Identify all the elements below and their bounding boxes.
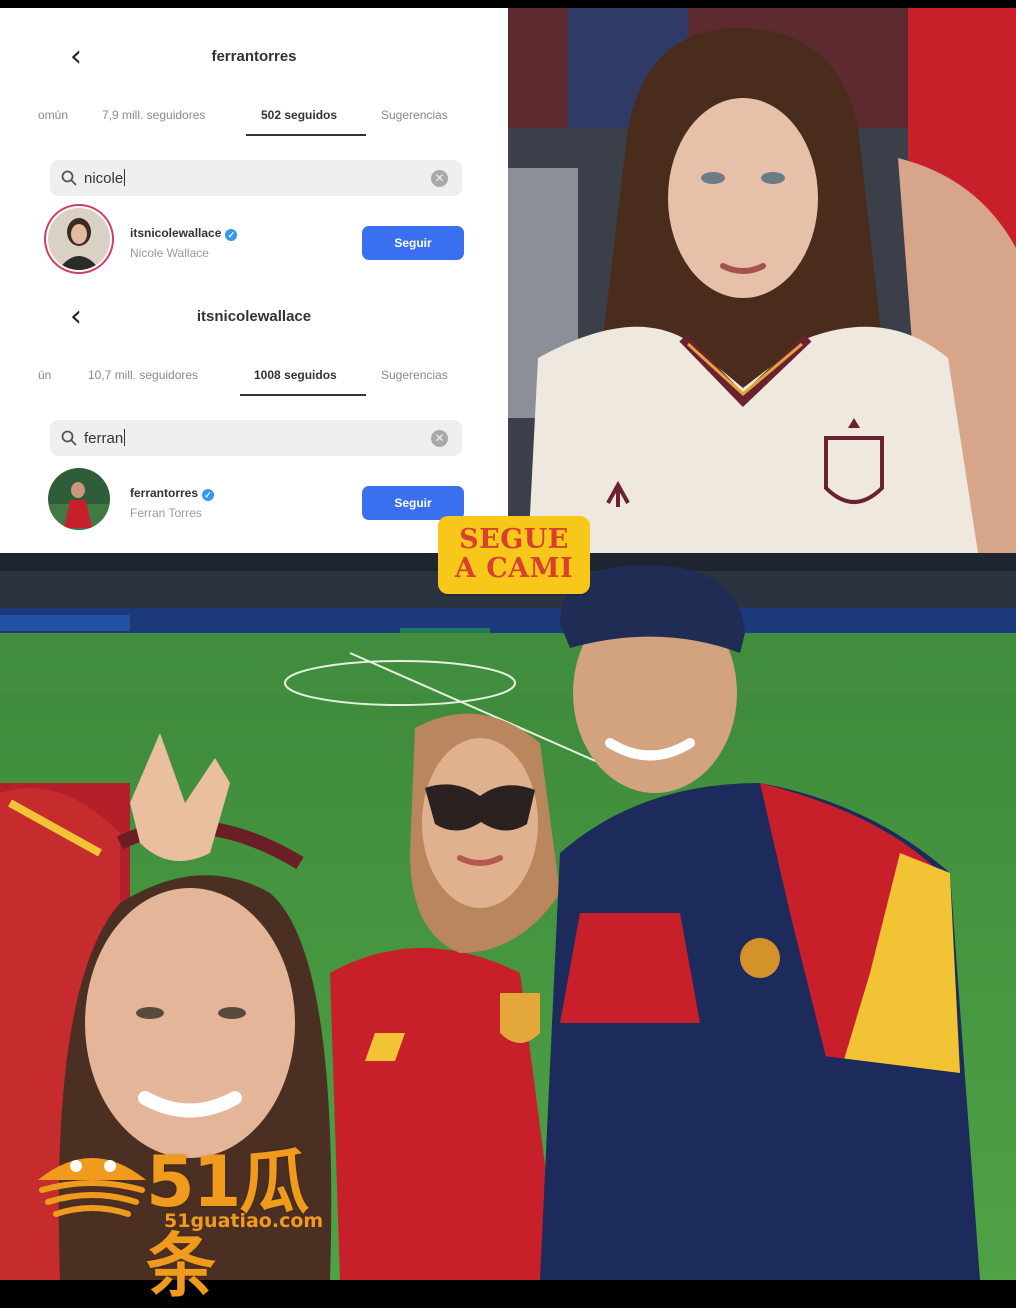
- profile-title: itsnicolewallace: [196, 308, 312, 325]
- clear-search-icon[interactable]: ✕: [431, 430, 448, 447]
- result-username[interactable]: itsnicolewallace ✓: [130, 226, 238, 241]
- tab-followers[interactable]: 10,7 mill. seguidores: [88, 368, 198, 382]
- segue-a-cami-badge: SEGUE A CAMI: [438, 516, 590, 594]
- watermark-url: 51guatiao.com: [164, 1210, 324, 1232]
- tab-followers[interactable]: 7,9 mill. seguidores: [102, 108, 205, 122]
- follow-button[interactable]: Seguir: [362, 486, 464, 520]
- top-black-strip: [0, 0, 1016, 8]
- active-tab-underline: [240, 394, 366, 396]
- profile-tabs: omún 7,9 mill. seguidores 502 seguidos S…: [0, 108, 508, 138]
- stadium-selfie-photo: [508, 8, 1016, 553]
- tab-following[interactable]: 1008 seguidos: [254, 368, 337, 382]
- tab-suggestions[interactable]: Sugerencias: [381, 368, 448, 382]
- follow-button[interactable]: Seguir: [362, 226, 464, 260]
- search-value: nicole: [84, 169, 126, 187]
- watermelon-logo-icon: [38, 1158, 146, 1217]
- search-value: ferran: [84, 429, 126, 447]
- instagram-screenshots: ‹ ferrantorres omún 7,9 mill. seguidores…: [0, 8, 508, 553]
- active-tab-underline: [246, 134, 366, 136]
- verified-badge-icon: ✓: [202, 489, 215, 501]
- search-input[interactable]: nicole ✕: [50, 160, 462, 196]
- avatar[interactable]: [48, 468, 110, 530]
- search-input[interactable]: ferran ✕: [50, 420, 462, 456]
- following-view-ferrantorres: ‹ ferrantorres omún 7,9 mill. seguidores…: [0, 8, 508, 270]
- tab-mutual[interactable]: ún: [38, 368, 51, 382]
- site-watermark: 51瓜条 51guatiao.com: [34, 1140, 364, 1307]
- tab-mutual[interactable]: omún: [38, 108, 68, 122]
- result-fullname: Nicole Wallace: [130, 246, 209, 260]
- clear-search-icon[interactable]: ✕: [431, 170, 448, 187]
- following-view-itsnicolewallace: ‹ itsnicolewallace ún 10,7 mill. seguido…: [0, 268, 508, 530]
- search-icon: [61, 430, 77, 446]
- badge-line-1: SEGUE: [459, 524, 569, 555]
- tab-suggestions[interactable]: Sugerencias: [381, 108, 448, 122]
- search-icon: [61, 170, 77, 186]
- search-result-row[interactable]: ferrantorres ✓ Ferran Torres Seguir: [48, 468, 468, 538]
- avatar[interactable]: [48, 208, 110, 270]
- tab-following[interactable]: 502 seguidos: [261, 108, 337, 122]
- result-username[interactable]: ferrantorres ✓: [130, 486, 215, 501]
- profile-title: ferrantorres: [211, 48, 297, 65]
- badge-line-2: A CAMI: [454, 553, 574, 584]
- verified-badge-icon: ✓: [225, 229, 238, 241]
- profile-tabs: ún 10,7 mill. seguidores 1008 seguidos S…: [0, 368, 508, 398]
- result-fullname: Ferran Torres: [130, 506, 202, 520]
